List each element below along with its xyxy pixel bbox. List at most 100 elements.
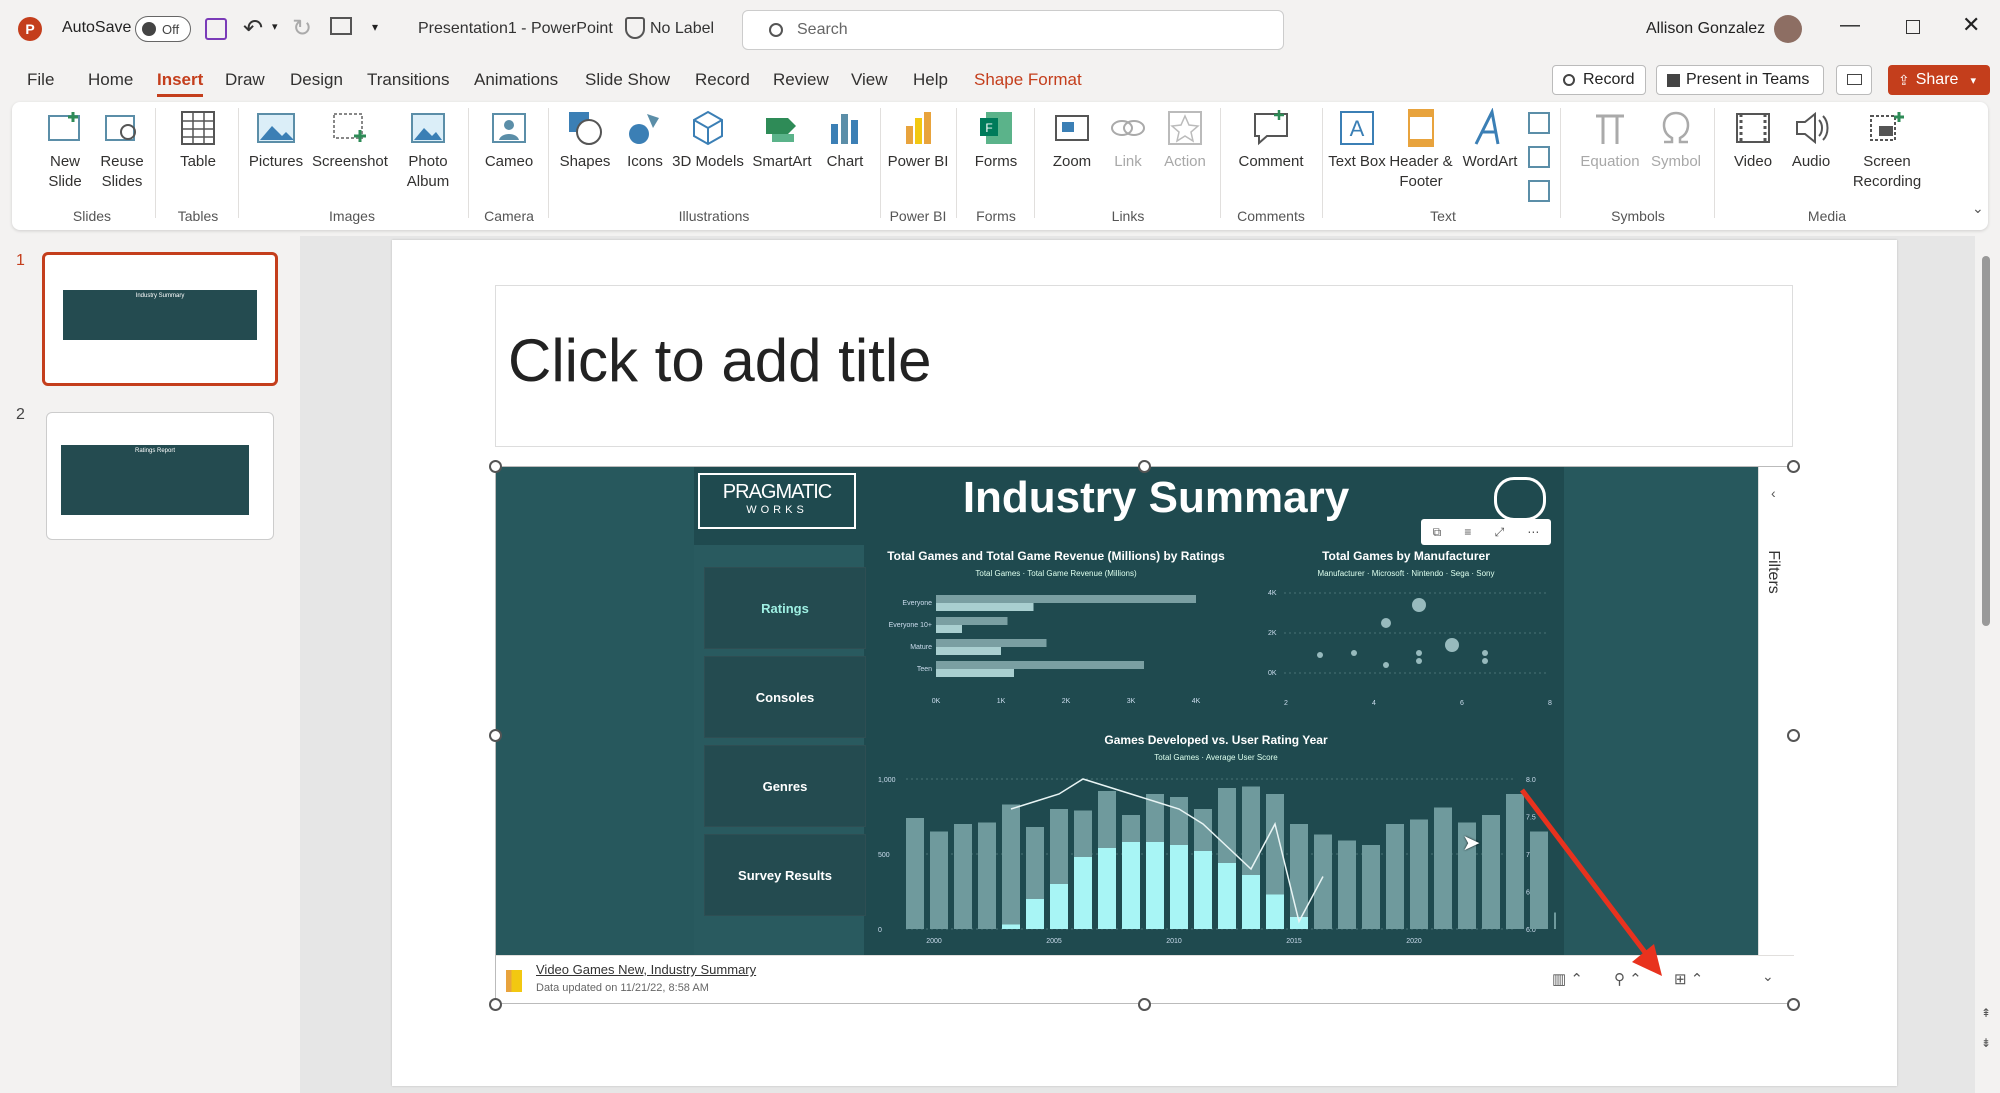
resize-handle-n[interactable] [1138, 460, 1151, 473]
chart2-legend-sega: Sega [1450, 569, 1470, 578]
slide-thumbnail-2[interactable]: Ratings Report [46, 412, 274, 540]
text-box-button[interactable]: A Text Box [1328, 108, 1386, 172]
undo-dropdown-icon[interactable]: ▾ [272, 20, 278, 33]
chart-button[interactable]: Chart [816, 108, 874, 172]
scrollbar-thumb[interactable] [1982, 256, 1990, 626]
report-link[interactable]: Video Games New, Industry Summary [536, 962, 756, 977]
title-placeholder[interactable]: Click to add title [495, 285, 1793, 447]
ribbon-collapse-icon[interactable]: ⌄ [1972, 200, 1984, 217]
tab-shape-format[interactable]: Shape Format [974, 70, 1082, 90]
link-button[interactable]: Link [1100, 108, 1156, 172]
tab-record[interactable]: Record [695, 70, 750, 90]
new-slide-button[interactable]: New Slide [32, 108, 98, 192]
group-separator [1034, 108, 1035, 218]
record-label: Record [1583, 71, 1635, 88]
filters-pane-collapsed[interactable]: ‹ Filters [1758, 467, 1794, 955]
tab-animations[interactable]: Animations [474, 70, 558, 90]
share-button[interactable]: ⇪ Share ▾ [1888, 65, 1990, 95]
customize-toolbar-icon[interactable]: ▾ [372, 20, 378, 34]
focus-mode-icon[interactable]: ⤢ [1495, 525, 1505, 540]
slide-number-icon[interactable] [1528, 146, 1550, 168]
minimize-icon[interactable]: — [1840, 14, 1860, 37]
action-button[interactable]: Action [1156, 108, 1214, 172]
title-bar: P AutoSave Off ↶ ▾ ↻ ▾ Presentation1 - P… [0, 0, 2000, 58]
tab-file[interactable]: File [27, 70, 54, 90]
tab-design[interactable]: Design [290, 70, 343, 90]
resize-handle-s[interactable] [1138, 998, 1151, 1011]
slide-thumbnail-1[interactable]: Industry Summary [42, 252, 278, 386]
user-name[interactable]: Allison Gonzalez [1646, 20, 1765, 38]
nav-survey-results-button[interactable]: Survey Results [704, 834, 866, 916]
resize-handle-ne[interactable] [1787, 460, 1800, 473]
video-button[interactable]: Video [1722, 108, 1784, 172]
wordart-button[interactable]: WordArt [1458, 108, 1522, 172]
undo-icon[interactable]: ↶ [243, 14, 263, 43]
scroll-up-icon[interactable]: ⇞ [1981, 1006, 1991, 1020]
filter-icon[interactable]: ≡ [1464, 525, 1471, 539]
screen-recording-button[interactable]: Screen Recording [1842, 108, 1932, 192]
search-box[interactable]: Search [742, 10, 1284, 50]
nav-consoles-button[interactable]: Consoles [704, 656, 866, 738]
cameo-button[interactable]: Cameo [474, 108, 544, 172]
icons-button[interactable]: Icons [616, 108, 674, 172]
tab-insert[interactable]: Insert [157, 70, 203, 90]
close-icon[interactable]: ✕ [1962, 12, 1980, 38]
nav-ratings-button[interactable]: Ratings [704, 567, 866, 649]
copy-icon[interactable]: ⧉ [1433, 525, 1442, 540]
equation-button[interactable]: Equation [1568, 108, 1652, 172]
tab-review[interactable]: Review [773, 70, 829, 90]
sensitivity-shield-icon[interactable] [625, 17, 645, 39]
chart1-legend-revenue: Total Game Revenue (Millions) [1027, 569, 1137, 578]
power-bi-button[interactable]: Power BI [886, 108, 950, 172]
tab-transitions[interactable]: Transitions [367, 70, 450, 90]
search-placeholder: Search [797, 21, 848, 38]
nav-genres-button[interactable]: Genres [704, 745, 866, 827]
photo-album-button[interactable]: Photo Album [396, 108, 460, 192]
comments-button[interactable] [1836, 65, 1872, 95]
audio-button[interactable]: Audio [1780, 108, 1842, 172]
more-options-icon[interactable]: ⋯ [1527, 525, 1539, 539]
sensitivity-label[interactable]: No Label [650, 20, 714, 38]
header-footer-button[interactable]: Header & Footer [1386, 108, 1456, 192]
symbol-button[interactable]: Symbol [1644, 108, 1708, 172]
forms-button[interactable]: F Forms [964, 108, 1028, 172]
scroll-down-icon[interactable]: ⇟ [1981, 1036, 1991, 1050]
autosave-toggle[interactable]: Off [135, 16, 191, 42]
screenshot-button[interactable]: Screenshot [310, 108, 390, 172]
restore-icon[interactable] [1906, 20, 1920, 34]
shapes-button[interactable]: Shapes [554, 108, 616, 172]
table-label: Table [180, 153, 216, 170]
date-time-icon[interactable] [1528, 112, 1550, 134]
search-icon [769, 23, 783, 37]
zoom-button[interactable]: Zoom [1042, 108, 1102, 172]
tab-view[interactable]: View [851, 70, 888, 90]
reuse-slides-button[interactable]: Reuse Slides [90, 108, 154, 192]
resize-handle-sw[interactable] [489, 998, 502, 1011]
redo-icon[interactable]: ↻ [292, 14, 312, 43]
present-in-teams-button[interactable]: Present in Teams [1656, 65, 1824, 95]
avatar[interactable] [1774, 15, 1802, 43]
tab-slide-show[interactable]: Slide Show [585, 70, 670, 90]
table-button[interactable]: Table [166, 108, 230, 172]
3d-models-button[interactable]: 3D Models [670, 108, 746, 172]
tab-help[interactable]: Help [913, 70, 948, 90]
tab-draw[interactable]: Draw [225, 70, 265, 90]
pictures-button[interactable]: Pictures [244, 108, 308, 172]
add-view-icon[interactable]: ⊞ ⌃ [1674, 970, 1703, 988]
save-icon[interactable] [205, 18, 227, 40]
tab-home[interactable]: Home [88, 70, 133, 90]
comment-button[interactable]: Comment [1226, 108, 1316, 172]
footer-expand-icon[interactable]: ⌄ [1762, 968, 1774, 985]
record-button[interactable]: Record [1552, 65, 1646, 95]
expand-filters-icon[interactable]: ‹ [1771, 485, 1776, 501]
present-from-start-icon[interactable] [330, 17, 352, 35]
resize-handle-nw[interactable] [489, 460, 502, 473]
resize-handle-e[interactable] [1787, 729, 1800, 742]
object-icon[interactable] [1528, 180, 1550, 202]
group-comments: Comments [1237, 208, 1305, 224]
thumbnail-title: Ratings Report [134, 448, 176, 454]
resize-handle-se[interactable] [1787, 998, 1800, 1011]
resize-handle-w[interactable] [489, 729, 502, 742]
smartart-button[interactable]: SmartArt [748, 108, 816, 172]
vertical-scrollbar[interactable]: ⇞ ⇟ [1978, 236, 2000, 1093]
